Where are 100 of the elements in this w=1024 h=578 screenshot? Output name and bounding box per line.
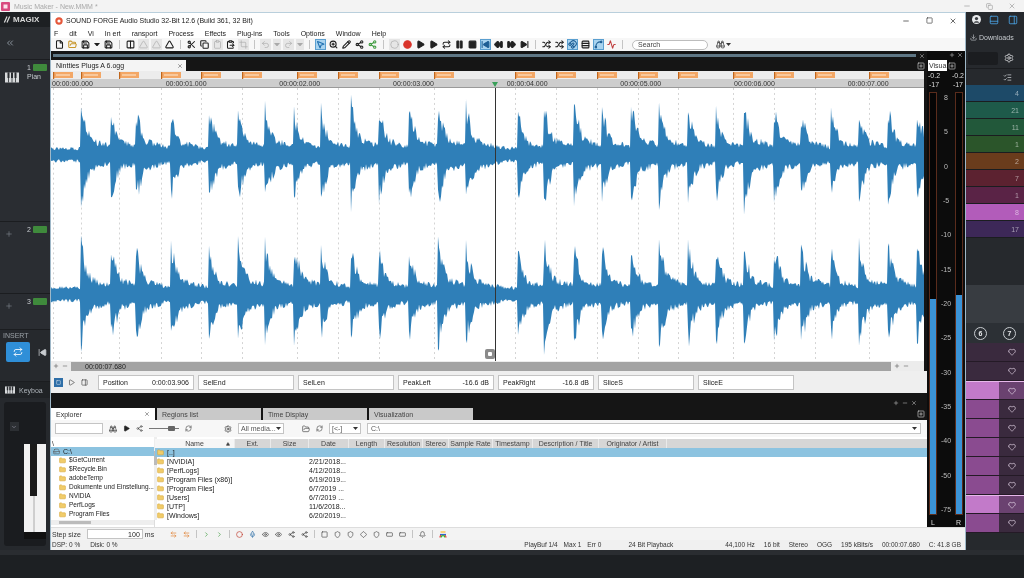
marker-flag-icon[interactable] — [379, 72, 399, 79]
dropdown-button[interactable] — [9, 422, 19, 431]
shield-icon[interactable] — [347, 530, 355, 538]
marker-flag-icon[interactable] — [161, 72, 181, 79]
toolbar-button[interactable] — [554, 39, 565, 50]
zoom-in-icon[interactable] — [894, 363, 900, 369]
toolbar-button[interactable] — [541, 39, 552, 50]
nodes-icon[interactable] — [301, 530, 309, 538]
skip-start-button[interactable] — [38, 347, 47, 357]
marker-flag-icon[interactable] — [556, 72, 576, 79]
close-button[interactable] — [949, 16, 957, 25]
refresh-icon[interactable] — [316, 425, 323, 432]
dock-plus-icon[interactable] — [948, 62, 957, 70]
toolbar-button[interactable] — [506, 39, 517, 50]
toolbar-button[interactable] — [103, 39, 114, 50]
toolbar-button[interactable] — [328, 39, 339, 50]
eye-icon[interactable] — [275, 530, 283, 538]
toolbar-button[interactable] — [80, 39, 91, 50]
dock-plus-icon[interactable] — [917, 410, 925, 418]
heart-icon[interactable] — [1007, 386, 1016, 395]
dock-plus-icon[interactable] — [917, 62, 925, 70]
clip-slot[interactable] — [966, 476, 1024, 495]
clip-slot[interactable] — [966, 362, 1024, 381]
view-button[interactable] — [54, 377, 63, 387]
heart-icon[interactable] — [1007, 462, 1016, 470]
panel-bottom-icon[interactable] — [989, 14, 1000, 25]
nodes-icon[interactable] — [288, 530, 296, 538]
marker-flag-icon[interactable] — [338, 72, 358, 79]
heart-icon[interactable] — [1007, 348, 1016, 356]
heart-icon[interactable] — [1007, 519, 1016, 527]
marker-flag-icon[interactable] — [597, 72, 617, 79]
marker-flag-icon[interactable] — [297, 72, 317, 79]
toolbar-button[interactable] — [454, 39, 465, 50]
find-button[interactable] — [716, 40, 731, 49]
clip-slot[interactable] — [966, 419, 1024, 438]
heart-icon[interactable] — [1007, 424, 1016, 432]
plus-icon[interactable] — [949, 52, 955, 58]
bell-icon[interactable] — [419, 530, 427, 538]
toolbar-button[interactable] — [354, 39, 365, 50]
toolbar-button[interactable] — [519, 39, 530, 50]
zoom-in-icon[interactable] — [53, 363, 59, 369]
toolbar-button[interactable] — [493, 39, 504, 50]
toolbar-button[interactable] — [225, 39, 236, 50]
toolbar-button[interactable] — [164, 39, 175, 50]
toolbar-button[interactable] — [467, 39, 478, 50]
slider-thumb[interactable] — [168, 426, 175, 431]
heart-icon[interactable] — [1007, 405, 1016, 413]
playhead-icon[interactable] — [492, 82, 498, 87]
view-button[interactable] — [80, 377, 89, 387]
binoculars-icon[interactable] — [109, 424, 117, 433]
scrollbar[interactable] — [153, 437, 157, 520]
panel-right-icon[interactable] — [1007, 14, 1018, 25]
clip-slot[interactable] — [966, 457, 1024, 476]
toolbar-button[interactable] — [199, 39, 210, 50]
toolbar-button[interactable] — [580, 39, 591, 50]
marker-flag-icon[interactable] — [815, 72, 835, 79]
marker-flag-icon[interactable] — [242, 72, 262, 79]
minus-icon[interactable] — [902, 400, 908, 406]
explorer-search-field[interactable] — [55, 423, 103, 434]
view-button[interactable] — [67, 377, 76, 387]
marker-flag-icon[interactable] — [774, 72, 794, 79]
toolbar-button[interactable] — [186, 39, 197, 50]
marker-flag-icon[interactable] — [733, 72, 753, 79]
heart-icon[interactable] — [1007, 500, 1016, 509]
clip-slot[interactable] — [966, 438, 1024, 457]
marker-flag-icon[interactable] — [678, 72, 698, 79]
toolbar-button[interactable] — [415, 39, 426, 50]
marker-flag-icon[interactable] — [119, 72, 139, 79]
close-icon[interactable] — [144, 411, 150, 417]
shield-icon[interactable] — [373, 530, 381, 538]
circle-icon[interactable] — [236, 530, 244, 538]
maximize-button[interactable] — [926, 17, 933, 24]
scrollbar[interactable] — [51, 520, 154, 525]
toolbar-button[interactable] — [428, 39, 439, 50]
marker-flag-icon[interactable] — [638, 72, 658, 79]
diamond-icon[interactable] — [360, 530, 368, 538]
nodes-icon[interactable] — [136, 425, 143, 432]
clip-slot[interactable] — [966, 343, 1024, 362]
marker-flag-icon[interactable] — [81, 72, 101, 79]
toolbar-button[interactable] — [125, 39, 136, 50]
heart-icon[interactable] — [1007, 443, 1016, 451]
heart-icon[interactable] — [1007, 367, 1016, 375]
shield-icon[interactable] — [334, 530, 342, 538]
play-icon[interactable] — [123, 425, 130, 432]
eye-icon[interactable] — [262, 530, 270, 538]
add-icon[interactable] — [5, 302, 13, 310]
toolbar-button[interactable] — [341, 39, 352, 50]
marker-flag-icon[interactable] — [201, 72, 221, 79]
marker-flag-icon[interactable] — [434, 72, 454, 79]
arrows-icon[interactable] — [170, 530, 178, 538]
rainbow-icon[interactable] — [439, 530, 448, 538]
clip-slot[interactable] — [966, 514, 1024, 533]
folder-icon[interactable] — [302, 424, 310, 433]
cursor-handle-icon[interactable] — [485, 349, 495, 359]
marker-flag-icon[interactable] — [515, 72, 535, 79]
heart-icon[interactable] — [1007, 481, 1016, 489]
loop-button[interactable] — [6, 342, 30, 362]
clip-slot[interactable] — [966, 400, 1024, 419]
marker-flag-icon[interactable] — [53, 72, 73, 79]
settings-icon[interactable] — [224, 424, 232, 433]
